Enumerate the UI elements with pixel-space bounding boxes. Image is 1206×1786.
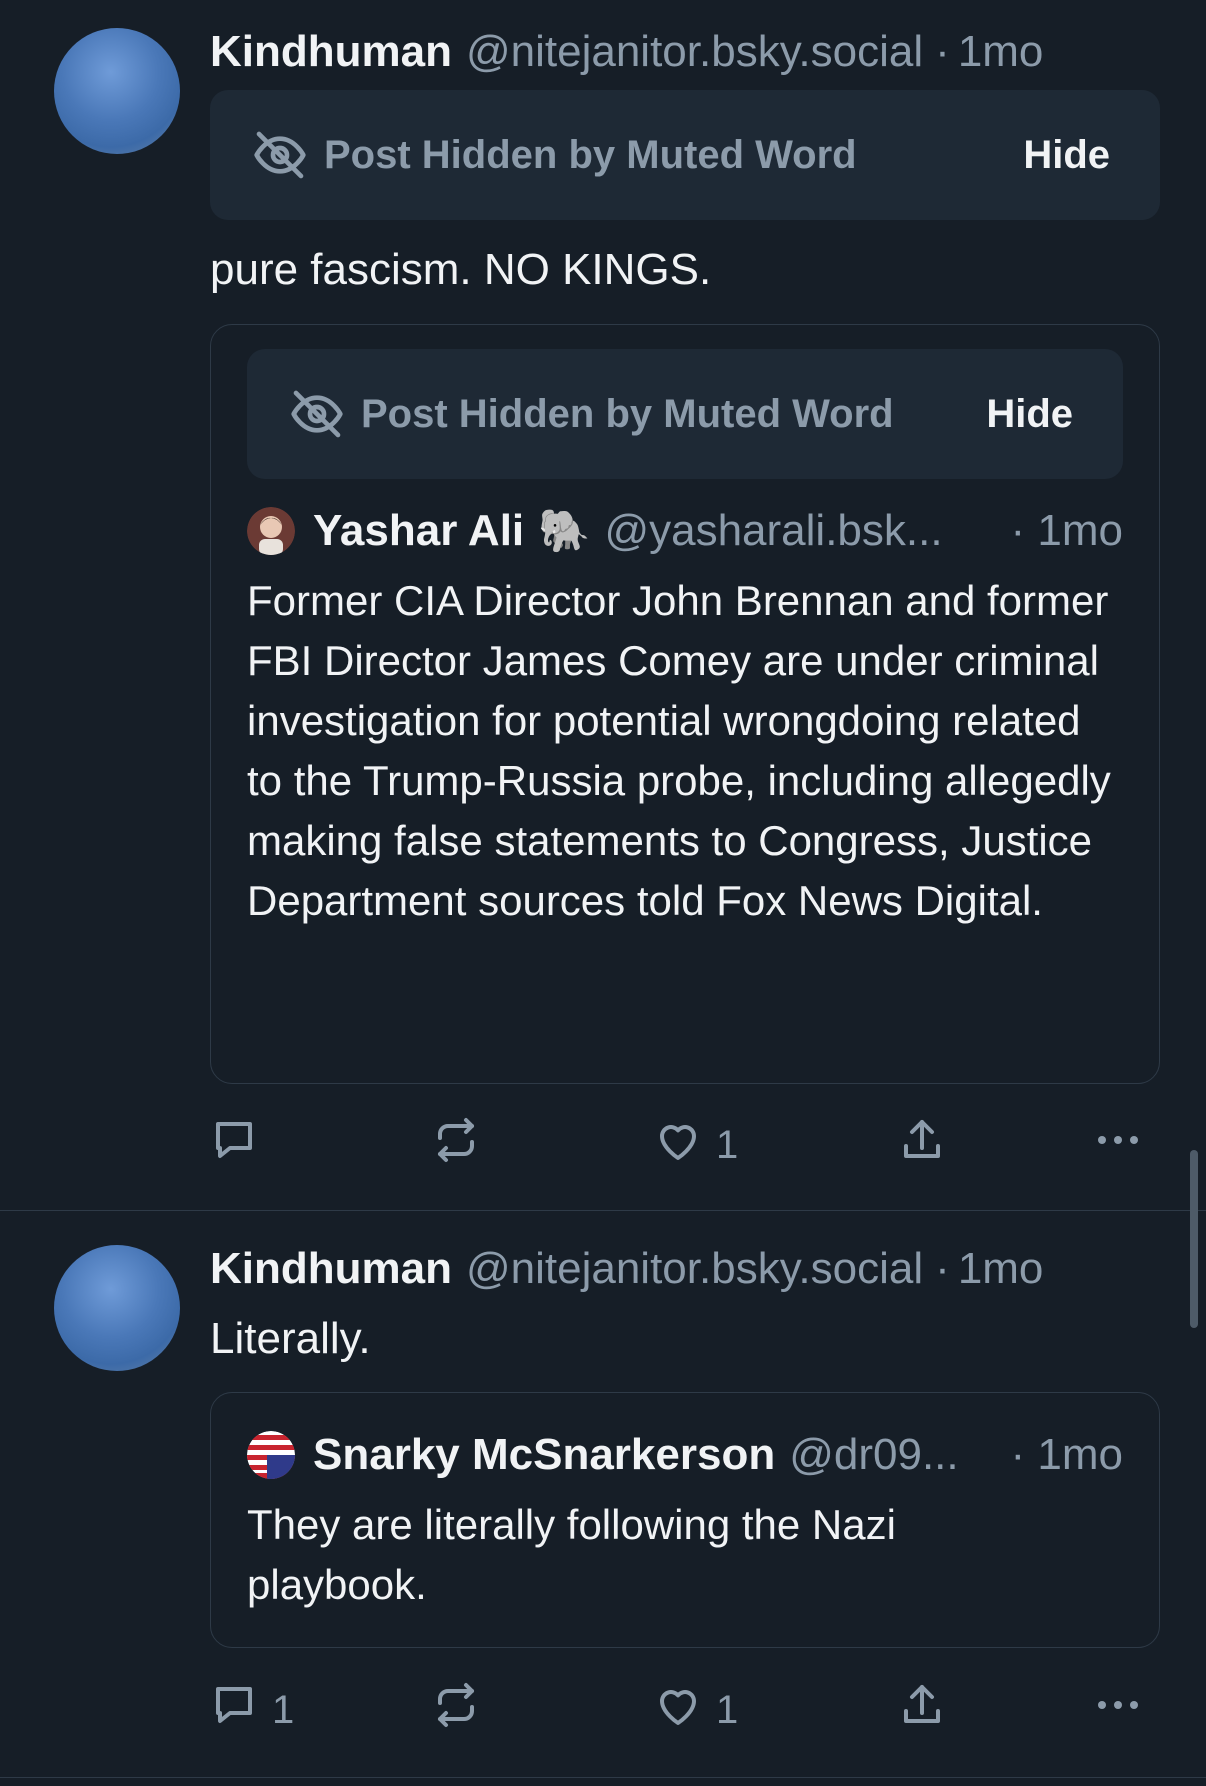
reply-icon [210, 1681, 258, 1739]
avatar[interactable] [54, 1245, 180, 1371]
reply-button[interactable] [210, 1116, 272, 1174]
avatar[interactable] [54, 28, 180, 154]
more-options-button[interactable] [1094, 1681, 1142, 1739]
repost-icon [432, 1681, 480, 1739]
post-header: Kindhuman @nitejanitor.bsky.social · 1mo [210, 1243, 1160, 1295]
author-name[interactable]: Kindhuman [210, 26, 452, 78]
reply-count: 1 [272, 1687, 295, 1732]
like-count: 1 [716, 1122, 739, 1167]
elephant-emoji: 🐘 [538, 507, 591, 554]
like-count: 1 [716, 1687, 739, 1732]
timestamp[interactable]: 1mo [958, 1243, 1044, 1295]
share-button[interactable] [898, 1681, 946, 1739]
quoted-post[interactable]: Snarky McSnarkerson @dr09... · 1mo They … [210, 1392, 1160, 1648]
post-divider [0, 1777, 1206, 1778]
more-icon [1094, 1116, 1142, 1174]
author-handle[interactable]: @nitejanitor.bsky.social [466, 1243, 923, 1295]
quoted-author-avatar[interactable] [247, 1431, 295, 1479]
post-text: pure fascism. NO KINGS. [210, 245, 712, 294]
muted-word-label: Post Hidden by Muted Word [361, 391, 894, 436]
author-name[interactable]: Kindhuman [210, 1243, 452, 1295]
more-icon [1094, 1681, 1142, 1739]
like-button[interactable]: 1 [654, 1681, 738, 1739]
share-icon [898, 1681, 946, 1739]
repost-button[interactable] [432, 1681, 494, 1739]
reply-button[interactable]: 1 [210, 1681, 294, 1739]
post-header: Kindhuman @nitejanitor.bsky.social · 1mo [210, 26, 1160, 78]
quoted-author-avatar[interactable] [247, 507, 295, 555]
post-actions: 1 1 [210, 1681, 1160, 1741]
post-text: Literally. [210, 1314, 371, 1363]
author-handle[interactable]: @nitejanitor.bsky.social [466, 26, 923, 78]
repost-button[interactable] [432, 1116, 494, 1174]
post[interactable]: Kindhuman @nitejanitor.bsky.social · 1mo… [0, 0, 1206, 1210]
quoted-timestamp[interactable]: · 1mo [1011, 1429, 1123, 1481]
like-icon [654, 1681, 702, 1739]
post-actions: 1 [210, 1116, 1160, 1176]
share-icon [898, 1116, 946, 1174]
quoted-author-handle[interactable]: @dr09... [789, 1429, 958, 1481]
quoted-post-header: Yashar Ali 🐘 @yasharali.bsk... · 1mo [247, 505, 1123, 557]
timestamp[interactable]: 1mo [958, 26, 1044, 78]
muted-word-label: Post Hidden by Muted Word [324, 132, 857, 177]
hide-button[interactable]: Hide [986, 392, 1073, 437]
repost-icon [432, 1116, 480, 1174]
quoted-author-name[interactable]: Snarky McSnarkerson [313, 1429, 775, 1481]
muted-word-notice: Post Hidden by Muted Word Hide [247, 349, 1123, 479]
more-options-button[interactable] [1094, 1116, 1142, 1174]
quoted-timestamp[interactable]: · 1mo [1011, 505, 1123, 557]
share-button[interactable] [898, 1116, 946, 1174]
eye-slash-icon [289, 386, 345, 442]
reply-icon [210, 1116, 258, 1174]
scrollbar[interactable] [1190, 1150, 1198, 1328]
separator-dot: · [935, 27, 950, 76]
quoted-post-text: Former CIA Director John Brennan and for… [247, 577, 1111, 924]
hide-button[interactable]: Hide [1023, 133, 1110, 178]
post[interactable]: Kindhuman @nitejanitor.bsky.social · 1mo… [0, 1211, 1206, 1777]
quoted-post-header: Snarky McSnarkerson @dr09... · 1mo [247, 1429, 1123, 1481]
separator-dot: · [935, 1244, 950, 1293]
quoted-author-name[interactable]: Yashar Ali [313, 505, 524, 557]
muted-word-notice: Post Hidden by Muted Word Hide [210, 90, 1160, 220]
like-icon [654, 1116, 702, 1174]
quoted-post[interactable]: Post Hidden by Muted Word Hide Yashar Al… [210, 324, 1160, 1084]
quoted-author-handle[interactable]: @yasharali.bsk... [604, 505, 942, 557]
quoted-post-text: They are literally following the Nazi pl… [247, 1501, 896, 1608]
like-button[interactable]: 1 [654, 1116, 738, 1174]
eye-slash-icon [252, 127, 308, 183]
